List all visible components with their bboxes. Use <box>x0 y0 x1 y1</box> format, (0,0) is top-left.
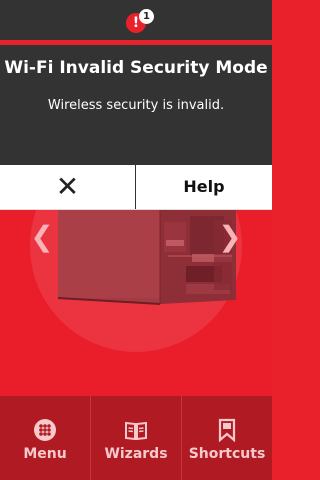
close-button[interactable]: ✕ <box>0 165 135 209</box>
home-carousel: ❮ ❯ <box>0 210 272 396</box>
bookmark-icon <box>218 418 236 442</box>
dialog-actions: ✕ Help <box>0 165 272 210</box>
shortcuts-label: Shortcuts <box>188 446 266 462</box>
carousel-prev-button[interactable]: ❮ <box>30 222 54 252</box>
menu-label: Menu <box>23 446 67 462</box>
carousel-next-button[interactable]: ❯ <box>218 222 242 252</box>
bottom-navigation: Menu Wizards Shortcuts <box>0 396 272 480</box>
close-icon: ✕ <box>55 170 80 203</box>
menu-grid-icon <box>34 419 56 441</box>
alert-count-badge: 1 <box>139 9 154 24</box>
alert-dialog: Wi-Fi Invalid Security Mode Wireless sec… <box>0 45 272 165</box>
help-button[interactable]: Help <box>136 165 272 209</box>
wizards-label: Wizards <box>104 446 168 462</box>
menu-button[interactable]: Menu <box>0 396 90 480</box>
wizards-button[interactable]: Wizards <box>91 396 181 480</box>
book-icon <box>125 421 147 441</box>
dialog-title: Wi-Fi Invalid Security Mode <box>4 58 268 78</box>
dialog-message: Wireless security is invalid. <box>47 98 225 113</box>
status-bar: ! 1 <box>0 0 272 40</box>
shortcuts-button[interactable]: Shortcuts <box>182 396 272 480</box>
